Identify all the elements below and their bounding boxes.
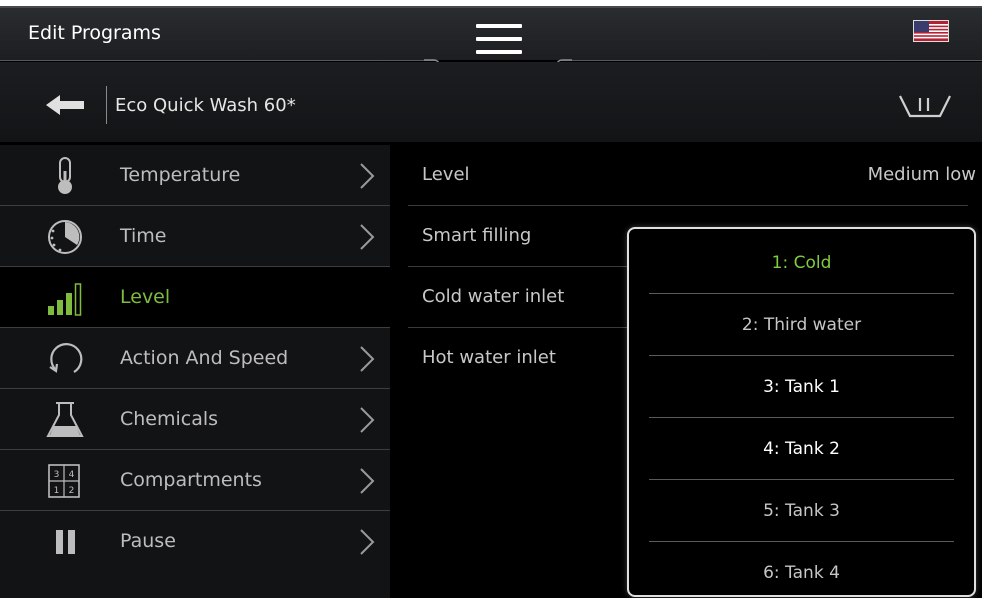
menu-item-temperature[interactable]: Temperature bbox=[0, 145, 390, 206]
chevron-right-icon bbox=[360, 468, 375, 494]
dropdown-option[interactable]: 1: Cold bbox=[649, 232, 954, 294]
dropdown-option[interactable]: 2: Third water bbox=[649, 294, 954, 356]
svg-text:2: 2 bbox=[69, 486, 75, 496]
water-inlet-dropdown: 1: Cold 2: Third water 3: Tank 1 4: Tank… bbox=[627, 227, 976, 597]
program-bar: Eco Quick Wash 60* bbox=[0, 62, 982, 142]
screen-title: Edit Programs bbox=[28, 22, 161, 44]
clock-icon bbox=[48, 220, 82, 254]
thermometer-icon bbox=[58, 157, 72, 194]
program-name: Eco Quick Wash 60* bbox=[115, 95, 296, 116]
menu-item-time[interactable]: Time bbox=[0, 206, 390, 267]
menu-item-chemicals[interactable]: Chemicals bbox=[0, 389, 390, 450]
dropdown-option[interactable]: 4: Tank 2 bbox=[649, 418, 954, 480]
menu-item-compartments[interactable]: 3 4 1 2 Compartments bbox=[0, 450, 390, 511]
machine-screen: Edit Programs Eco Quick Wash 60* Tempera… bbox=[0, 6, 982, 598]
flask-icon bbox=[46, 402, 84, 437]
chevron-right-icon bbox=[360, 163, 375, 189]
rotation-icon bbox=[49, 343, 83, 373]
setting-label: Smart filling bbox=[422, 225, 532, 246]
hamburger-menu-icon[interactable] bbox=[476, 24, 522, 54]
settings-category-menu: Temperature Time Level Action And Speed … bbox=[0, 145, 390, 598]
setting-row-level[interactable]: Level Medium low bbox=[408, 145, 976, 206]
divider bbox=[106, 86, 107, 124]
setting-label: Level bbox=[422, 164, 470, 185]
menu-item-action-and-speed[interactable]: Action And Speed bbox=[0, 328, 390, 389]
setting-value: Medium low bbox=[867, 164, 976, 185]
back-arrow-icon[interactable] bbox=[44, 90, 86, 120]
svg-text:1: 1 bbox=[54, 486, 60, 496]
svg-text:3: 3 bbox=[54, 470, 60, 480]
us-flag-icon[interactable] bbox=[913, 20, 949, 42]
chevron-right-icon bbox=[360, 346, 375, 372]
basket-icon[interactable] bbox=[898, 92, 952, 118]
svg-text:4: 4 bbox=[69, 470, 75, 480]
chevron-right-icon bbox=[360, 407, 375, 433]
setting-label: Cold water inlet bbox=[422, 286, 565, 307]
menu-item-label: Pause bbox=[120, 530, 176, 552]
menu-item-pause[interactable]: Pause bbox=[0, 511, 390, 572]
menu-item-label: Time bbox=[120, 225, 167, 247]
menu-item-label: Temperature bbox=[120, 164, 241, 186]
menu-item-label: Level bbox=[120, 286, 171, 308]
chevron-right-icon bbox=[360, 529, 375, 555]
compartments-icon: 3 4 1 2 bbox=[48, 464, 80, 498]
pause-icon bbox=[56, 530, 75, 554]
dropdown-option[interactable]: 5: Tank 3 bbox=[649, 480, 954, 542]
menu-item-label: Compartments bbox=[120, 469, 262, 491]
menu-item-level[interactable]: Level bbox=[0, 267, 390, 328]
chevron-right-icon bbox=[360, 224, 375, 250]
setting-label: Hot water inlet bbox=[422, 347, 556, 368]
dropdown-option[interactable]: 3: Tank 1 bbox=[649, 356, 954, 418]
menu-item-label: Action And Speed bbox=[120, 347, 289, 369]
menu-item-label: Chemicals bbox=[120, 408, 219, 430]
level-bars-icon bbox=[48, 283, 82, 316]
dropdown-option[interactable]: 6: Tank 4 bbox=[649, 542, 954, 598]
